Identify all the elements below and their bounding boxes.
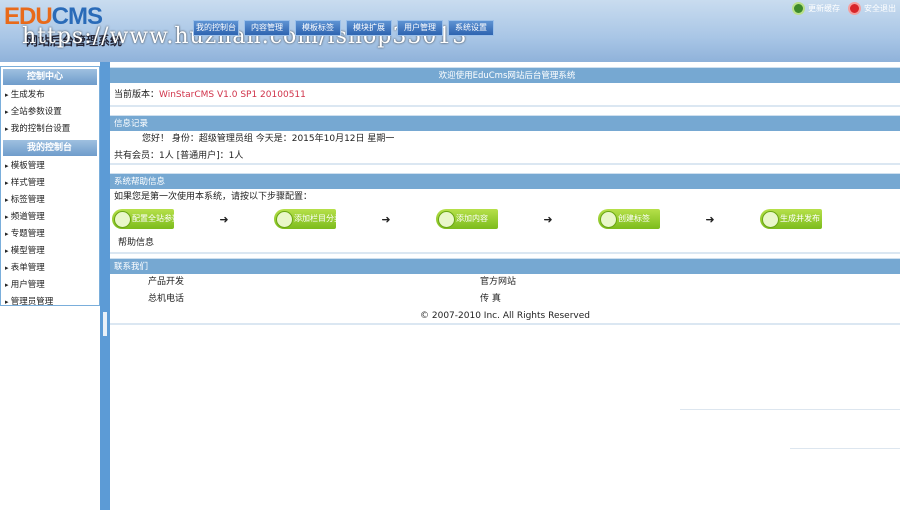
divider xyxy=(790,448,900,449)
power-icon xyxy=(848,2,861,15)
nav-users[interactable]: 用户管理 xyxy=(397,20,443,36)
info-title: 信息记录 xyxy=(110,115,900,131)
sidebar-item[interactable]: 全站参数设置 xyxy=(1,104,99,121)
refresh-icon xyxy=(792,2,805,15)
step-add-category[interactable]: 添加栏目分类 xyxy=(274,209,336,229)
greeting: 您好！ 身份：超级管理员组 今天是：2015年10月12日 星期一 xyxy=(142,134,395,144)
arrow-icon: ➜ xyxy=(381,212,391,226)
step-configure-site[interactable]: 配置全站参数 xyxy=(112,209,174,229)
copyright: © 2007-2010 Inc. All Rights Reserved xyxy=(110,308,900,325)
refresh-cache-button[interactable]: 更新缓存 xyxy=(792,2,840,15)
arrow-icon: ➜ xyxy=(543,212,553,226)
contact-row: 产品开发 官方网站 xyxy=(148,277,517,287)
nav-modules[interactable]: 模块扩展 xyxy=(346,20,392,36)
collapse-handle[interactable] xyxy=(103,312,107,336)
top-nav: 我的控制台 内容管理 模板标签 模块扩展 用户管理 系统设置 xyxy=(193,20,494,36)
version-value: WinStarCMS V1.0 SP1 20100511 xyxy=(159,90,306,100)
logout-button[interactable]: 安全退出 xyxy=(848,2,896,15)
step-create-tag[interactable]: 创建标签 xyxy=(598,209,660,229)
help-title: 系统帮助信息 xyxy=(110,173,900,189)
sidebar-item[interactable]: 用户管理 xyxy=(1,277,99,294)
version-row: 当前版本：WinStarCMS V1.0 SP1 20100511 xyxy=(110,83,900,107)
member-count: 共有会员：1人 [普通用户]：1人 xyxy=(110,148,900,165)
arrow-icon: ➜ xyxy=(219,212,229,226)
welcome-bar: 欢迎使用EduCms网站后台管理系统 xyxy=(110,67,900,83)
sidebar-item[interactable]: 频道管理 xyxy=(1,209,99,226)
step-publish[interactable]: 生成并发布 xyxy=(760,209,822,229)
sidebar-item[interactable]: 生成发布 xyxy=(1,87,99,104)
main-content: 欢迎使用EduCms网站后台管理系统 当前版本：WinStarCMS V1.0 … xyxy=(110,62,900,325)
contact-title: 联系我们 xyxy=(110,258,900,274)
contact-row: 总机电话传 真 xyxy=(148,294,501,304)
sidebar-item[interactable]: 表单管理 xyxy=(1,260,99,277)
header: EDUCMS 网站后台管理系统 https://www.huzhan.com/i… xyxy=(0,0,900,62)
arrow-icon: ➜ xyxy=(705,212,715,226)
sidebar-splitter[interactable] xyxy=(100,62,110,510)
sidebar: 控制中心 生成发布 全站参数设置 我的控制台设置 我的控制台 模板管理 样式管理… xyxy=(0,66,100,307)
sidebar-item[interactable]: 我的控制台设置 xyxy=(1,121,99,138)
setup-steps: 配置全站参数 ➜ 添加栏目分类 ➜ 添加内容 ➜ 创建标签 ➜ 生成并发布 xyxy=(110,206,900,232)
sidebar-item[interactable]: 专题管理 xyxy=(1,226,99,243)
sidebar-item[interactable]: 管理员管理 xyxy=(1,294,99,311)
step-add-content[interactable]: 添加内容 xyxy=(436,209,498,229)
sidebar-item[interactable]: 标签管理 xyxy=(1,192,99,209)
nav-templates[interactable]: 模板标签 xyxy=(295,20,341,36)
help-intro: 如果您是第一次使用本系统，请按以下步骤配置： xyxy=(114,192,313,202)
nav-content[interactable]: 内容管理 xyxy=(244,20,290,36)
nav-dashboard[interactable]: 我的控制台 xyxy=(193,20,239,36)
sidebar-item[interactable]: 模板管理 xyxy=(1,158,99,175)
divider xyxy=(680,409,900,410)
sidebar-item[interactable]: 模型管理 xyxy=(1,243,99,260)
help-info-link[interactable]: 帮助信息 xyxy=(110,232,900,254)
sidebar-group-my-console[interactable]: 我的控制台 xyxy=(3,140,97,156)
sidebar-item[interactable]: 样式管理 xyxy=(1,175,99,192)
sidebar-group-control-center[interactable]: 控制中心 xyxy=(3,69,97,85)
nav-settings[interactable]: 系统设置 xyxy=(448,20,494,36)
